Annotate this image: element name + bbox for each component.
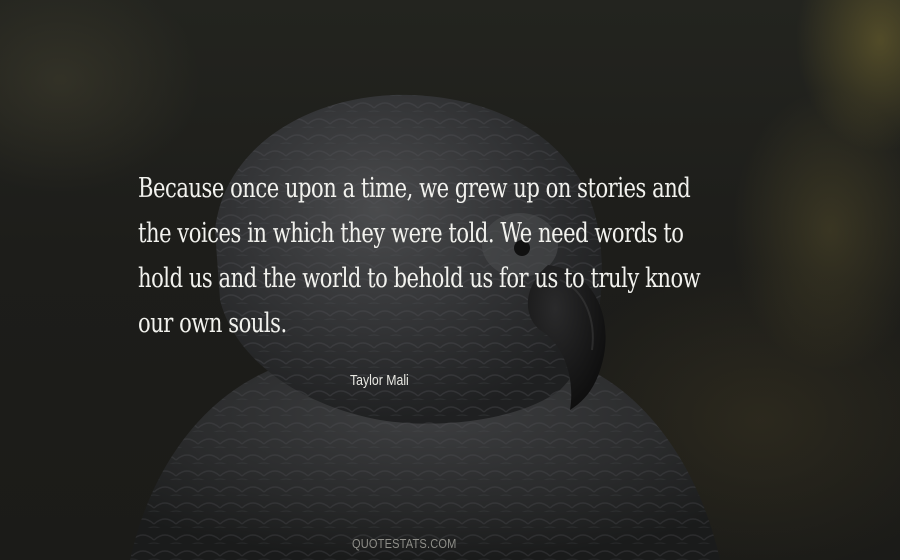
quote-line: Because once upon a time, we grew up on … [138, 173, 691, 204]
quote-line: hold us and the world to behold us for u… [138, 263, 701, 294]
quote-line: our own souls. [138, 308, 287, 339]
site-watermark: QUOTESTATS.COM [352, 536, 457, 551]
quote-card: Because once upon a time, we grew up on … [0, 0, 900, 560]
quote-line: the voices in which they were told. We n… [138, 218, 684, 249]
quote-author: Taylor Mali [350, 372, 409, 389]
quote-text: Because once upon a time, we grew up on … [138, 166, 701, 346]
